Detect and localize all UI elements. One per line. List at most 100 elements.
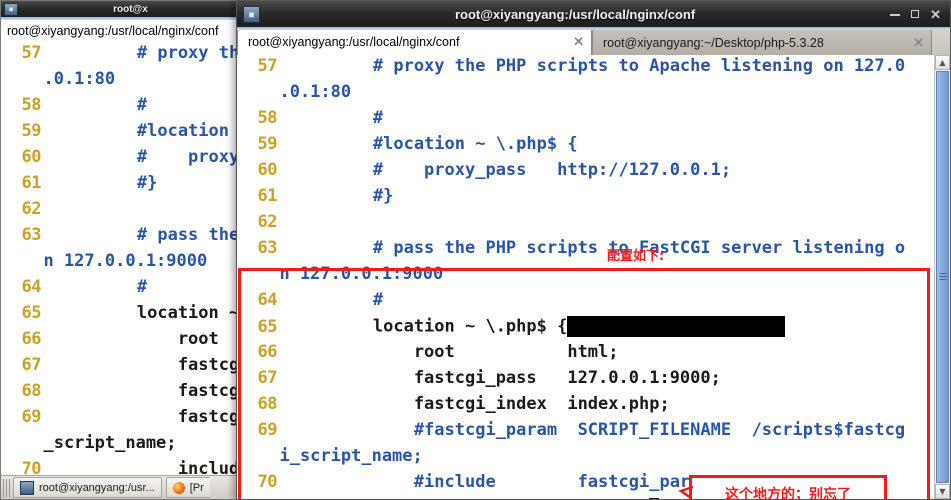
- line-number: 70: [21, 459, 42, 475]
- code-line-text: # pass the: [55, 225, 240, 245]
- code-line: 60 # proxy: [1, 147, 243, 173]
- taskbar-item-terminal[interactable]: root@xiyangyang:/usr...: [13, 477, 162, 498]
- code-line-text: fastcg: [55, 407, 240, 427]
- line-number: 66: [21, 329, 42, 349]
- code-line: n 127.0.0.1:9000: [1, 251, 243, 277]
- foreground-terminal-window[interactable]: ■ root@xiyangyang:/usr/local/nginx/conf …: [236, 0, 951, 500]
- line-number: 68: [21, 381, 42, 401]
- line-number: 71: [237, 498, 278, 499]
- maximize-button[interactable]: [911, 10, 920, 18]
- code-line-text: include fastcgi.conf ;: [277, 498, 680, 499]
- code-line: _script_name;: [1, 433, 243, 459]
- terminal-icon: ■: [243, 5, 260, 23]
- background-tabstrip[interactable]: root@xiyangyang:/usr/local/nginx/conf: [1, 17, 243, 42]
- tab-nginx-conf[interactable]: root@xiyangyang:/usr/local/nginx/conf ✕: [237, 27, 592, 55]
- code-line-text: root html;: [291, 342, 619, 362]
- line-number: 70: [257, 472, 278, 492]
- tab-nginx-conf-label: root@xiyangyang:/usr/local/nginx/conf: [248, 34, 460, 49]
- code-line: 62: [1, 199, 243, 225]
- minimize-button[interactable]: [890, 14, 901, 16]
- code-line: i_script_name;: [237, 446, 950, 472]
- taskbar-grip-handle[interactable]: [3, 478, 10, 497]
- code-line-text: #fastcgi_param SCRIPT_FILENAME /scripts$…: [291, 420, 906, 440]
- code-line: 63 # pass the: [1, 225, 243, 251]
- tabstrip[interactable]: root@xiyangyang:/usr/local/nginx/conf ✕ …: [237, 27, 950, 56]
- code-line-text: #include fastcgi_params;: [291, 472, 732, 492]
- taskbar-item-browser[interactable]: [Pr: [165, 477, 210, 498]
- code-line-text: fastcg: [55, 381, 240, 401]
- reminder-callout: 这个地方的；别忘了: [689, 475, 887, 499]
- vertical-scrollbar[interactable]: ▲ ▼: [934, 55, 950, 499]
- code-line: 68 fastcg: [1, 381, 243, 407]
- code-line-text: #}: [55, 173, 158, 193]
- line-number: 64: [257, 290, 278, 310]
- close-icon[interactable]: ✕: [913, 35, 924, 51]
- code-line-wrapped-text: n 127.0.0.1:9000: [23, 251, 208, 271]
- firefox-icon: [172, 481, 185, 494]
- code-line-wrapped-text: .0.1:80: [23, 69, 116, 89]
- close-button[interactable]: ✕: [930, 8, 941, 21]
- line-number: 69: [257, 420, 278, 440]
- line-number: 62: [21, 199, 42, 219]
- code-line: 57 # proxy th: [1, 43, 243, 69]
- code-line: 61 #}: [1, 173, 243, 199]
- code-line-text: # proxy: [55, 147, 240, 167]
- background-tab[interactable]: root@xiyangyang:/usr/local/nginx/conf: [1, 20, 226, 41]
- line-number: 65: [21, 303, 42, 323]
- line-number: 68: [257, 394, 278, 414]
- line-number: 62: [257, 212, 278, 232]
- callout-pointer-icon: [678, 485, 694, 499]
- terminal-body[interactable]: 57 # proxy the PHP scripts to Apache lis…: [237, 55, 950, 499]
- window-controls[interactable]: ✕: [890, 8, 950, 21]
- window-title: root@xiyangyang:/usr/local/nginx/conf: [454, 6, 696, 22]
- tab-php-source-label: root@xiyangyang:~/Desktop/php-5.3.28: [603, 35, 824, 50]
- window-titlebar[interactable]: ■ root@xiyangyang:/usr/local/nginx/conf …: [237, 1, 950, 27]
- code-line-text: location ~ \.php$ {: [277, 316, 786, 337]
- code-line: 66 root: [1, 329, 243, 355]
- background-terminal-body[interactable]: 57 # proxy th .0.1:80 58 #59 #location 60 …: [1, 41, 243, 475]
- scroll-down-button[interactable]: ▼: [935, 484, 950, 499]
- line-number: 59: [21, 121, 42, 141]
- line-number: 57: [21, 43, 42, 63]
- text-selection-block: [567, 316, 786, 337]
- code-line-text: fastcgi_pass 127.0.0.1:9000;: [291, 368, 721, 388]
- scroll-up-button[interactable]: ▲: [935, 55, 950, 70]
- code-line-text: fastcg: [55, 355, 240, 375]
- line-number: 67: [257, 368, 278, 388]
- background-tab-label: root@xiyangyang:/usr/local/nginx/conf: [7, 23, 219, 38]
- tab-accent-bar: [237, 27, 950, 30]
- scrollbar-thumb[interactable]: [936, 71, 949, 483]
- tab-php-source[interactable]: root@xiyangyang:~/Desktop/php-5.3.28 ✕: [592, 29, 932, 55]
- background-window-titlebar[interactable]: ■ root@x: [1, 1, 243, 17]
- code-line-text: #location: [55, 121, 229, 141]
- line-number: 60: [21, 147, 42, 167]
- line-number: 63: [21, 225, 42, 245]
- code-line-text: # pass the PHP scripts to FastCGI server…: [291, 238, 906, 258]
- line-number: 64: [21, 277, 42, 297]
- code-line: .0.1:80: [1, 69, 243, 95]
- taskbar-item-terminal-label: root@xiyangyang:/usr...: [39, 481, 155, 494]
- code-line-text: #: [55, 95, 148, 115]
- terminal-icon: ■: [4, 2, 18, 16]
- scrollbar-grip-icon: [939, 273, 946, 280]
- code-line-wrapped-text: i_script_name;: [259, 446, 423, 466]
- code-line-wrapped-text: _script_name;: [23, 433, 177, 453]
- reminder-callout-text: 这个地方的；别忘了: [725, 486, 851, 500]
- taskbar[interactable]: root@xiyangyang:/usr... [Pr: [1, 475, 241, 499]
- line-number: 67: [21, 355, 42, 375]
- code-line-text: includ: [55, 459, 240, 475]
- code-line-wrapped-text: .0.1:80: [259, 82, 352, 102]
- code-line-text: #location ~ \.php$ {: [291, 134, 578, 154]
- code-line: 57 # proxy the PHP scripts to Apache lis…: [237, 56, 950, 82]
- line-number: 65: [257, 316, 278, 337]
- background-terminal-window[interactable]: ■ root@x root@xiyangyang:/usr/local/ngin…: [0, 0, 244, 500]
- code-line-text: root: [55, 329, 219, 349]
- code-line: 59 #location: [1, 121, 243, 147]
- line-number: 59: [257, 134, 278, 154]
- line-number: 58: [21, 95, 42, 115]
- code-line: 70 includ: [1, 459, 243, 475]
- code-line-text: #: [291, 290, 384, 310]
- code-line: 67 fastcg: [1, 355, 243, 381]
- close-icon[interactable]: ✕: [573, 34, 584, 50]
- code-line-text: #: [291, 108, 384, 128]
